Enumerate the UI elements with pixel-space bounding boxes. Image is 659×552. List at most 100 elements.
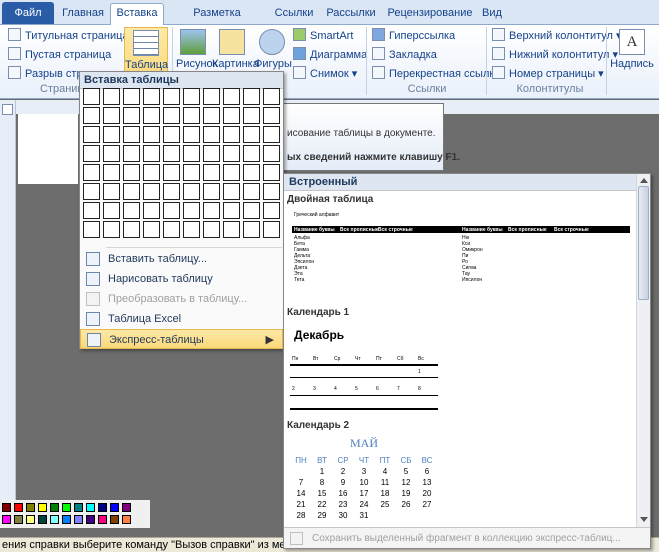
- table-grid-cell[interactable]: [203, 183, 220, 200]
- table-grid-cell[interactable]: [223, 183, 240, 200]
- table-grid-cell[interactable]: [203, 88, 220, 105]
- table-grid-cell[interactable]: [83, 88, 100, 105]
- table-grid-cell[interactable]: [83, 126, 100, 143]
- blank-page-button[interactable]: Пустая страница: [8, 46, 111, 64]
- palette-swatch[interactable]: [2, 503, 11, 512]
- table-grid-cell[interactable]: [103, 202, 120, 219]
- scroll-up-arrow-icon[interactable]: [640, 178, 648, 183]
- table-grid-cell[interactable]: [143, 164, 160, 181]
- table-grid-cell[interactable]: [223, 126, 240, 143]
- table-grid-cell[interactable]: [183, 183, 200, 200]
- table-grid-cell[interactable]: [143, 107, 160, 124]
- palette-swatch[interactable]: [74, 515, 83, 524]
- table-grid-cell[interactable]: [223, 145, 240, 162]
- screenshot-button[interactable]: Снимок ▾: [293, 65, 357, 83]
- scrollbar-thumb[interactable]: [638, 186, 649, 300]
- palette-swatch[interactable]: [74, 503, 83, 512]
- clipart-button[interactable]: Картинка: [212, 27, 259, 71]
- table-grid-cell[interactable]: [103, 221, 120, 238]
- table-grid-cell[interactable]: [143, 145, 160, 162]
- table-grid-cell[interactable]: [83, 164, 100, 181]
- table-grid-cell[interactable]: [103, 145, 120, 162]
- table-grid-cell[interactable]: [203, 164, 220, 181]
- table-grid-cell[interactable]: [123, 164, 140, 181]
- tab-home[interactable]: Главная: [58, 4, 108, 25]
- table-grid-cell[interactable]: [243, 202, 260, 219]
- document-page[interactable]: [18, 114, 78, 184]
- palette-swatch[interactable]: [110, 503, 119, 512]
- table-grid-cell[interactable]: [243, 183, 260, 200]
- palette-swatch[interactable]: [50, 503, 59, 512]
- table-grid-cell[interactable]: [123, 88, 140, 105]
- smartart-button[interactable]: SmartArt: [293, 27, 353, 45]
- table-grid-cell[interactable]: [183, 145, 200, 162]
- table-menu-item-1[interactable]: Вставить таблицу...: [80, 249, 283, 269]
- tab-selector-icon[interactable]: [2, 104, 13, 115]
- table-grid-cell[interactable]: [123, 221, 140, 238]
- table-grid-cell[interactable]: [143, 183, 160, 200]
- palette-swatch[interactable]: [38, 515, 47, 524]
- table-menu-item-2[interactable]: Нарисовать таблицу: [80, 269, 283, 289]
- table-grid-cell[interactable]: [163, 202, 180, 219]
- table-grid-cell[interactable]: [83, 202, 100, 219]
- table-grid-cell[interactable]: [103, 107, 120, 124]
- table-grid-cell[interactable]: [123, 126, 140, 143]
- palette-swatch[interactable]: [14, 515, 23, 524]
- calendar1-thumbnail[interactable]: Декабрь Пн Вт Ср Чт Пт Сб Вс 1 2 3 4 5 6 7 8: [290, 322, 630, 412]
- table-grid-cell[interactable]: [123, 145, 140, 162]
- table-grid-cell[interactable]: [123, 202, 140, 219]
- table-grid-cell[interactable]: [263, 164, 280, 181]
- cover-page-button[interactable]: Титульная страница ▾: [8, 27, 137, 45]
- table-grid-cell[interactable]: [223, 107, 240, 124]
- table-grid-cell[interactable]: [203, 126, 220, 143]
- palette-swatch[interactable]: [26, 515, 35, 524]
- table-grid-cell[interactable]: [183, 164, 200, 181]
- table-grid-cell[interactable]: [223, 221, 240, 238]
- tab-view[interactable]: Вид: [478, 4, 506, 25]
- table-grid-cell[interactable]: [203, 202, 220, 219]
- header-button[interactable]: Верхний колонтитул ▾: [492, 27, 622, 45]
- table-grid-cell[interactable]: [83, 107, 100, 124]
- gallery-scrollbar[interactable]: [636, 174, 650, 527]
- table-grid-cell[interactable]: [263, 202, 280, 219]
- table-grid-cell[interactable]: [263, 221, 280, 238]
- table-grid-cell[interactable]: [163, 126, 180, 143]
- palette-swatch[interactable]: [14, 503, 23, 512]
- tab-references[interactable]: Ссылки: [270, 4, 318, 25]
- table-grid-cell[interactable]: [103, 183, 120, 200]
- calendar2-thumbnail[interactable]: МАЙ ПН ВТ СР ЧТ ПТ СБ ВС 1 2 3 4 5 6 7 8 9 10 11 12 13 14 15 1…: [290, 434, 630, 526]
- table-grid-cell[interactable]: [243, 88, 260, 105]
- table-grid-cell[interactable]: [83, 221, 100, 238]
- table-grid-cell[interactable]: [203, 221, 220, 238]
- table-grid-cell[interactable]: [143, 221, 160, 238]
- table-grid-cell[interactable]: [183, 221, 200, 238]
- table-grid-cell[interactable]: [163, 145, 180, 162]
- table-grid-cell[interactable]: [163, 164, 180, 181]
- shapes-button[interactable]: Фигуры: [254, 27, 292, 71]
- table-grid-cell[interactable]: [243, 145, 260, 162]
- chart-button[interactable]: Диаграмма: [293, 46, 367, 64]
- table-grid-cell[interactable]: [183, 88, 200, 105]
- table-grid-cell[interactable]: [103, 88, 120, 105]
- scroll-down-arrow-icon[interactable]: [640, 517, 648, 522]
- table-grid-cell[interactable]: [163, 183, 180, 200]
- table-grid-cell[interactable]: [123, 183, 140, 200]
- table-grid-cell[interactable]: [263, 183, 280, 200]
- page-break-button[interactable]: Разрыв страницы: [8, 65, 80, 83]
- table-grid-cell[interactable]: [263, 126, 280, 143]
- palette-swatch[interactable]: [86, 503, 95, 512]
- table-grid-cell[interactable]: [143, 88, 160, 105]
- table-grid-cell[interactable]: [143, 126, 160, 143]
- table-grid-cell[interactable]: [163, 221, 180, 238]
- tab-review[interactable]: Рецензирование: [384, 4, 476, 25]
- table-grid-cell[interactable]: [263, 145, 280, 162]
- table-menu-item-4[interactable]: Таблица Excel: [80, 309, 283, 329]
- table-grid-cell[interactable]: [263, 88, 280, 105]
- palette-swatch[interactable]: [62, 515, 71, 524]
- cross-reference-button[interactable]: Перекрестная ссылка: [372, 65, 501, 83]
- palette-swatch[interactable]: [98, 503, 107, 512]
- table-grid-cell[interactable]: [83, 145, 100, 162]
- table-grid-cell[interactable]: [163, 107, 180, 124]
- table-grid-cell[interactable]: [103, 126, 120, 143]
- table-grid-cell[interactable]: [83, 183, 100, 200]
